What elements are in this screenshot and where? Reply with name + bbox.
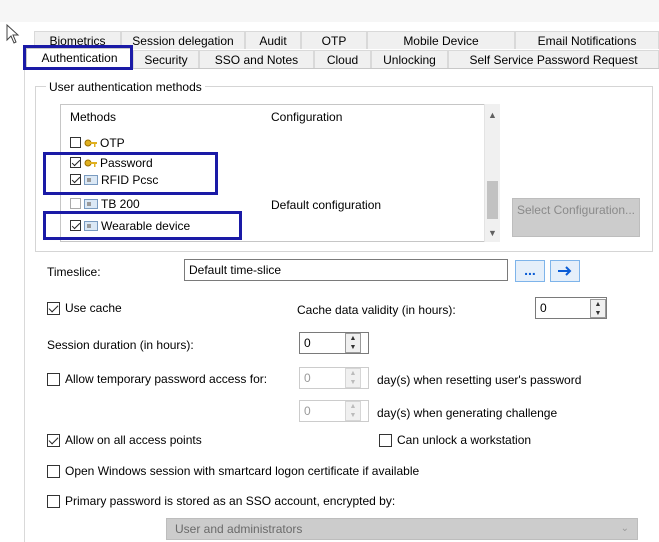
list-item-rfid-pcsc[interactable]: RFID Pcsc xyxy=(70,172,158,187)
use-cache-checkbox[interactable] xyxy=(47,301,60,315)
arrow-right-icon xyxy=(558,266,572,276)
list-item-label: Wearable device xyxy=(101,218,191,233)
tab-audit[interactable]: Audit xyxy=(245,31,301,49)
temp-password-checkbox[interactable] xyxy=(47,372,60,386)
list-item-label: Password xyxy=(100,155,153,170)
list-item-wearable-device[interactable]: Wearable device xyxy=(70,218,190,233)
card-icon xyxy=(84,220,98,231)
session-duration-spinner[interactable]: ▲ ▼ xyxy=(345,333,361,353)
list-item-otp[interactable]: OTP xyxy=(70,135,125,150)
primary-password-row[interactable]: Primary password is stored as an SSO acc… xyxy=(47,494,395,508)
encrypted-by-dropdown[interactable]: User and administrators ⌄ xyxy=(166,518,638,540)
encrypted-by-value: User and administrators xyxy=(175,522,303,536)
temp-reset-suffix: day(s) when resetting user's password xyxy=(377,373,582,387)
timeslice-go-button[interactable] xyxy=(550,260,580,282)
tab-unlocking[interactable]: Unlocking xyxy=(371,50,448,68)
wearable-device-checkbox[interactable] xyxy=(70,220,81,231)
card-icon xyxy=(84,198,98,209)
allow-all-access-checkbox[interactable] xyxy=(47,433,60,447)
use-cache-row[interactable]: Use cache xyxy=(47,301,122,315)
can-unlock-checkbox[interactable] xyxy=(379,433,392,447)
tb200-configuration: Default configuration xyxy=(271,198,382,212)
scrollbar-thumb[interactable] xyxy=(487,181,498,219)
chevron-down-icon: ⌄ xyxy=(620,523,629,534)
list-item-label: OTP xyxy=(100,135,125,150)
tab-sso-and-notes[interactable]: SSO and Notes xyxy=(199,50,314,68)
open-windows-row[interactable]: Open Windows session with smartcard logo… xyxy=(47,464,419,478)
use-cache-label: Use cache xyxy=(65,301,122,315)
open-windows-label: Open Windows session with smartcard logo… xyxy=(65,464,420,478)
can-unlock-row[interactable]: Can unlock a workstation xyxy=(379,433,531,447)
column-header-methods[interactable]: Methods xyxy=(70,110,116,124)
temp-challenge-days-spinner[interactable]: ▲ ▼ xyxy=(345,401,361,421)
temp-password-row[interactable]: Allow temporary password access for: xyxy=(47,372,267,386)
list-item-tb-200[interactable]: TB 200 xyxy=(70,196,140,211)
column-header-configuration[interactable]: Configuration xyxy=(271,110,342,124)
key-icon xyxy=(84,159,97,167)
session-duration-label: Session duration (in hours): xyxy=(47,338,194,352)
temp-reset-days-spinner[interactable]: ▲ ▼ xyxy=(345,368,361,388)
tab-email-notifications[interactable]: Email Notifications xyxy=(515,31,659,49)
key-icon xyxy=(84,139,97,147)
timeslice-field[interactable]: Default time-slice xyxy=(184,259,508,281)
tb200-checkbox[interactable] xyxy=(70,198,81,209)
can-unlock-label: Can unlock a workstation xyxy=(397,433,532,447)
select-configuration-button[interactable]: Select Configuration... xyxy=(512,198,640,237)
scroll-up-icon[interactable]: ▲ xyxy=(488,110,497,120)
otp-checkbox[interactable] xyxy=(70,137,81,148)
password-checkbox[interactable] xyxy=(70,157,81,168)
timeslice-label: Timeslice: xyxy=(47,265,101,279)
primary-password-label: Primary password is stored as an SSO acc… xyxy=(65,494,396,508)
list-item-password[interactable]: Password xyxy=(70,155,153,170)
mouse-pointer-icon xyxy=(6,24,20,44)
primary-password-checkbox[interactable] xyxy=(47,494,60,508)
background-window-strip xyxy=(0,0,659,22)
list-item-label: RFID Pcsc xyxy=(101,172,159,187)
timeslice-browse-button[interactable]: ... xyxy=(515,260,545,282)
tab-authentication[interactable]: Authentication xyxy=(26,48,133,69)
card-icon xyxy=(84,174,98,185)
temp-challenge-suffix: day(s) when generating challenge xyxy=(377,406,558,420)
scroll-down-icon[interactable]: ▼ xyxy=(488,228,497,238)
tab-cloud[interactable]: Cloud xyxy=(314,50,371,68)
cache-validity-spinner[interactable]: ▲ ▼ xyxy=(590,299,606,318)
tab-otp[interactable]: OTP xyxy=(301,31,367,49)
group-title: User authentication methods xyxy=(46,80,205,94)
temp-password-label: Allow temporary password access for: xyxy=(65,372,268,386)
tab-biometrics[interactable]: Biometrics xyxy=(34,31,121,49)
allow-all-access-row[interactable]: Allow on all access points xyxy=(47,433,202,447)
tab-mobile-device[interactable]: Mobile Device xyxy=(367,31,515,49)
cache-validity-label: Cache data validity (in hours): xyxy=(297,303,456,317)
tab-security[interactable]: Security xyxy=(133,50,199,68)
list-item-label: TB 200 xyxy=(101,196,140,211)
rfid-pcsc-checkbox[interactable] xyxy=(70,174,81,185)
tab-session-delegation[interactable]: Session delegation xyxy=(121,31,245,49)
tab-self-service-password-request[interactable]: Self Service Password Request xyxy=(448,50,659,68)
methods-list-scrollbar[interactable]: ▲ ▼ xyxy=(484,104,500,242)
allow-all-access-label: Allow on all access points xyxy=(65,433,202,447)
open-windows-checkbox[interactable] xyxy=(47,464,60,478)
